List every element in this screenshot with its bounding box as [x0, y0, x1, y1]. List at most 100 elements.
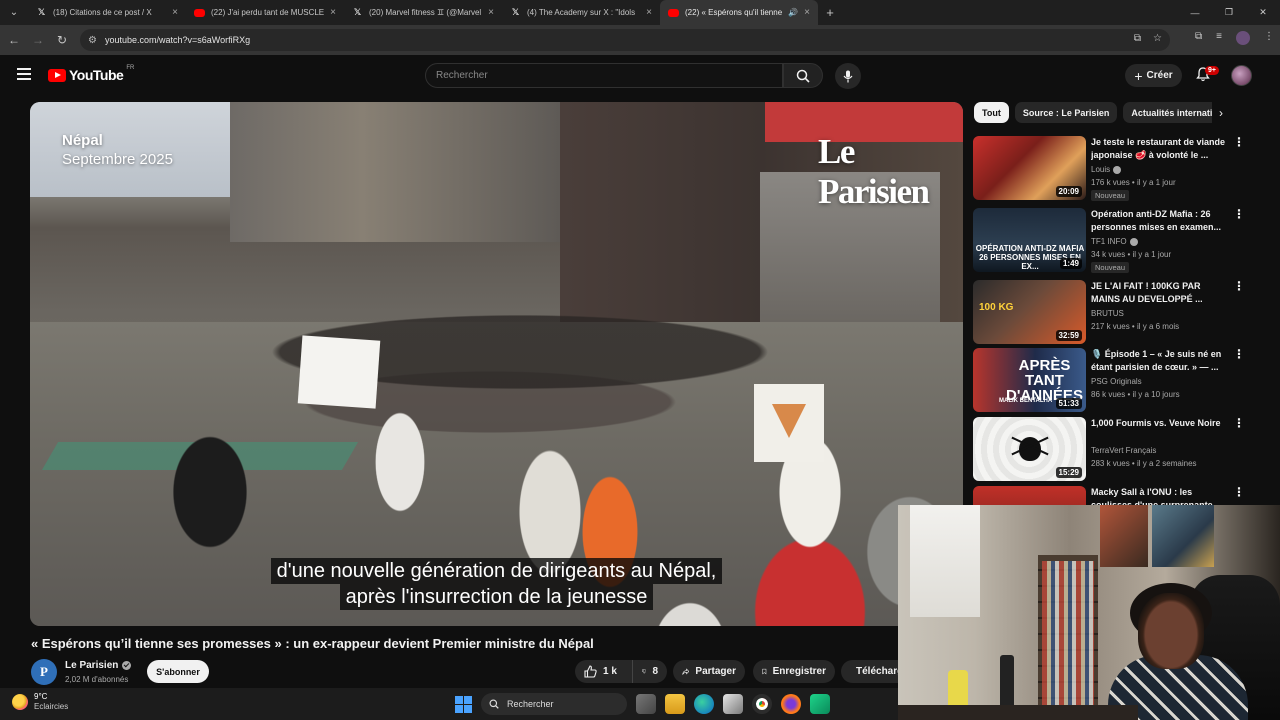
tab-close-icon[interactable]: × [172, 7, 178, 18]
recommended-video[interactable]: 20:09 Je teste le restaurant de viande j… [973, 136, 1245, 202]
recommended-channel-name[interactable]: TF1 INFO [1091, 237, 1127, 246]
microsoft-store-icon[interactable] [723, 694, 743, 714]
browser-tab-strip: ⌄ 𝕏 (18) Citations de ce post / X × (22)… [0, 0, 1280, 25]
recommended-video[interactable]: OPÉRATION ANTI-DZ MAFIA 26 PERSONNES MIS… [973, 208, 1245, 274]
more-options-icon[interactable]: ⋮ [1233, 208, 1245, 220]
video-thumbnail[interactable]: 100 KG 32:59 [973, 280, 1086, 344]
more-options-icon[interactable]: ⋮ [1233, 280, 1245, 292]
recommended-channel-name[interactable]: BRUTUS [1091, 309, 1124, 318]
recommended-video[interactable]: 15:29 1,000 Fourmis vs. Veuve Noire Terr… [973, 417, 1245, 483]
tab-search-chevron-icon[interactable]: ⌄ [0, 0, 28, 25]
download-button[interactable]: Télécharger [841, 660, 899, 683]
recommended-video[interactable]: Macky Sall à l'ONU : les coulisses d'une… [973, 486, 1243, 505]
channel-subscriber-count: 2,02 M d'abonnés [65, 675, 129, 684]
recommended-channel[interactable]: BRUTUS [1091, 309, 1124, 318]
search-icon [489, 699, 499, 709]
recommended-channel[interactable]: TF1 INFO [1091, 237, 1138, 246]
recommended-channel[interactable]: Louis [1091, 165, 1122, 174]
recommended-channel[interactable]: PSG Originals [1091, 377, 1142, 386]
recommended-video-title[interactable]: Je teste le restaurant de viande japonai… [1091, 136, 1227, 162]
firefox-browser-icon[interactable] [781, 694, 801, 714]
site-info-icon[interactable]: ⚙ [88, 35, 97, 46]
save-button[interactable]: Enregistrer [753, 660, 835, 683]
back-arrow-icon[interactable]: ← [2, 33, 26, 47]
dislike-button[interactable]: 8 [632, 660, 667, 683]
minimize-icon[interactable]: — [1178, 8, 1212, 18]
chrome-browser-icon[interactable] [752, 694, 772, 714]
browser-tab[interactable]: 𝕏 (20) Marvel fitness ♊ (@Marvel × [344, 0, 502, 25]
browser-tab[interactable]: (22) J'ai perdu tant de MUSCLE × [186, 0, 344, 25]
bookmark-icon [762, 668, 767, 675]
channel-avatar[interactable]: P [31, 659, 57, 685]
media-controls-icon[interactable]: ≡ [1216, 31, 1222, 45]
channel-name-row[interactable]: Le Parisien [65, 660, 132, 671]
chip-all[interactable]: Tout [974, 102, 1009, 123]
recommended-video-title[interactable]: 🎙️ Épisode 1 – « Je suis né en étant par… [1091, 348, 1227, 374]
maximize-icon[interactable]: ❐ [1212, 7, 1246, 18]
install-app-icon[interactable]: ⧉ [1134, 33, 1141, 44]
create-button[interactable]: + Créer [1125, 64, 1182, 87]
voice-search-button[interactable] [835, 63, 861, 89]
user-avatar[interactable] [1231, 65, 1252, 86]
browser-menu-icon[interactable]: ⋮ [1264, 31, 1274, 45]
recommended-channel-name[interactable]: TerraVert Français [1091, 446, 1156, 455]
browser-tab[interactable]: 𝕏 (4) The Academy sur X : "Idols × [502, 0, 660, 25]
edge-browser-icon[interactable] [694, 694, 714, 714]
taskbar-apps [636, 694, 830, 714]
new-tab-button[interactable]: + [818, 5, 842, 20]
taskbar-search[interactable]: Rechercher [481, 693, 627, 715]
file-explorer-icon[interactable] [665, 694, 685, 714]
recommended-channel[interactable]: TerraVert Français [1091, 446, 1156, 455]
recommended-video-title[interactable]: Opération anti-DZ Mafia : 26 personnes m… [1091, 208, 1227, 234]
forward-arrow-icon[interactable]: → [26, 33, 50, 47]
tab-close-icon[interactable]: × [646, 7, 652, 18]
extensions-icon[interactable]: ⧉ [1195, 31, 1202, 45]
chip-international-news[interactable]: Actualités internationales [1123, 102, 1212, 123]
windows-start-icon[interactable] [455, 696, 472, 713]
video-thumbnail[interactable] [973, 486, 1086, 505]
subscribe-button[interactable]: S'abonner [147, 660, 209, 683]
video-thumbnail[interactable]: 20:09 [973, 136, 1086, 200]
search-button[interactable] [783, 63, 823, 88]
green-app-icon[interactable] [810, 694, 830, 714]
video-duration: 15:29 [1055, 467, 1082, 478]
chip-source[interactable]: Source : Le Parisien [1014, 102, 1118, 123]
more-options-icon[interactable]: ⋮ [1233, 136, 1245, 148]
recommended-channel-name[interactable]: Louis [1091, 165, 1110, 174]
video-thumbnail[interactable]: OPÉRATION ANTI-DZ MAFIA 26 PERSONNES MIS… [973, 208, 1086, 272]
more-options-icon[interactable]: ⋮ [1233, 417, 1245, 429]
recommended-video[interactable]: APRÈS TANT D'ANNÉES MALIK BENTALHA 51:33… [973, 348, 1245, 414]
recommended-video-title[interactable]: 1,000 Fourmis vs. Veuve Noire [1091, 417, 1227, 430]
recommended-video-title[interactable]: Macky Sall à l'ONU : les coulisses d'une… [1091, 486, 1227, 505]
recommended-video-meta: 34 k vues • il y a 1 jour [1091, 250, 1172, 259]
chevron-right-icon[interactable]: › [1219, 106, 1223, 120]
more-options-icon[interactable]: ⋮ [1233, 348, 1245, 360]
video-thumbnail[interactable]: 15:29 [973, 417, 1086, 481]
recommended-channel-name[interactable]: PSG Originals [1091, 377, 1142, 386]
search-input[interactable]: Rechercher [425, 63, 783, 88]
browser-tab[interactable]: 𝕏 (18) Citations de ce post / X × [28, 0, 186, 25]
task-view-icon[interactable] [636, 694, 656, 714]
recommended-video-title[interactable]: JE L'AI FAIT ! 100KG PAR MAINS AU DEVELO… [1091, 280, 1227, 306]
bookmark-star-icon[interactable]: ☆ [1153, 33, 1162, 44]
hamburger-menu-icon[interactable] [17, 68, 31, 80]
address-bar[interactable]: ⚙ youtube.com/watch?v=s6aWorfiRXg ⧉ ☆ [80, 29, 1170, 51]
tab-close-icon[interactable]: × [488, 7, 494, 18]
close-window-icon[interactable]: ✕ [1246, 7, 1280, 18]
more-options-icon[interactable]: ⋮ [1233, 486, 1243, 498]
reload-icon[interactable]: ↻ [50, 33, 74, 47]
tab-close-icon[interactable]: × [330, 7, 336, 18]
channel-name[interactable]: Le Parisien [65, 660, 118, 671]
video-thumbnail[interactable]: APRÈS TANT D'ANNÉES MALIK BENTALHA 51:33 [973, 348, 1086, 412]
youtube-logo[interactable]: YouTube FR [48, 65, 134, 83]
video-location-date: Septembre 2025 [62, 151, 173, 168]
video-player[interactable]: Népal Septembre 2025 Le Parisien d'une n… [30, 102, 963, 626]
browser-profile-avatar[interactable] [1236, 31, 1250, 45]
browser-tab-active[interactable]: (22) « Espérons qu'il tienne 🔊 × [660, 0, 818, 25]
recommended-video[interactable]: 100 KG 32:59 JE L'AI FAIT ! 100KG PAR MA… [973, 280, 1245, 346]
tab-close-icon[interactable]: × [804, 7, 810, 18]
weather-widget[interactable]: 9°C Eclaircies [12, 692, 68, 712]
share-button[interactable]: Partager [673, 660, 745, 683]
speaker-icon[interactable]: 🔊 [788, 8, 798, 17]
like-button[interactable]: 1 k [575, 660, 632, 683]
